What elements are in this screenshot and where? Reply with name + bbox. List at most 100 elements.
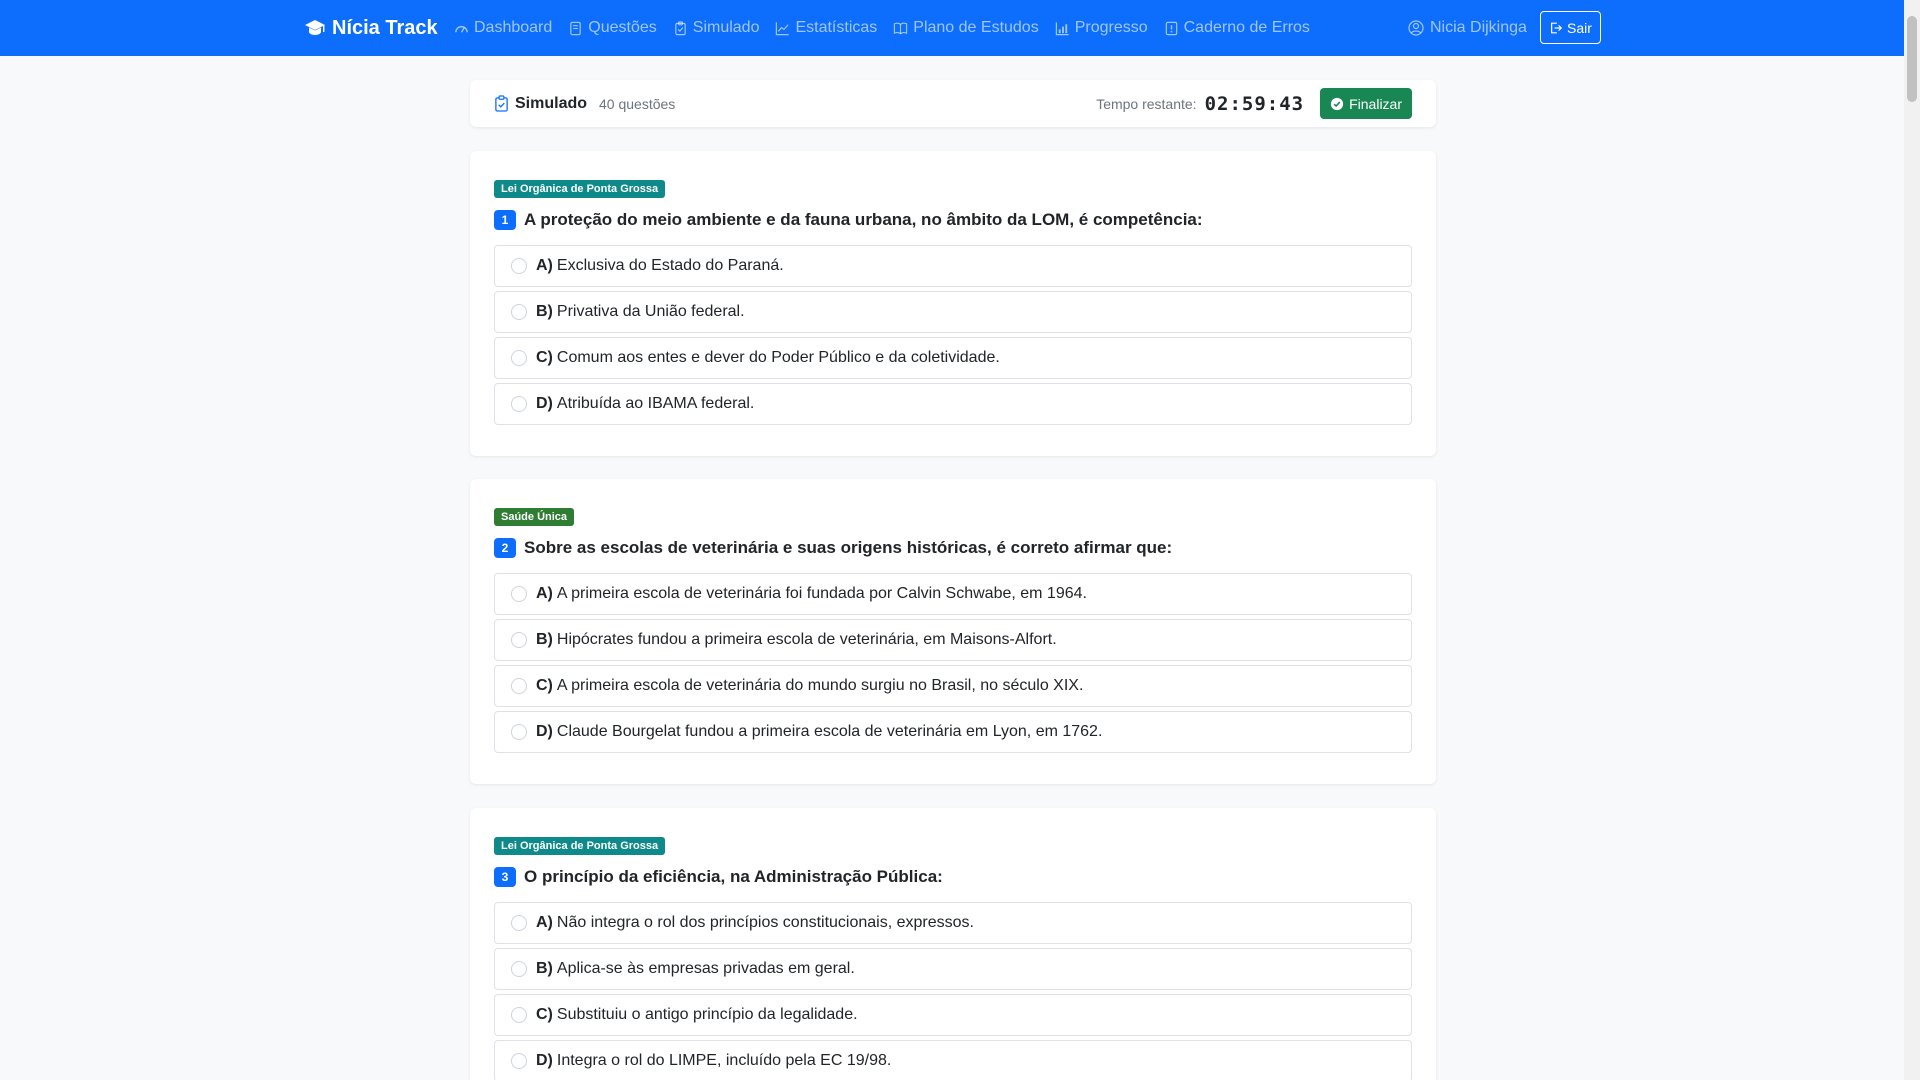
option-text: Comum aos entes e dever do Poder Público… bbox=[556, 349, 1000, 366]
nav-item-label: Plano de Estudos bbox=[913, 19, 1039, 36]
chart-line-icon bbox=[776, 21, 790, 35]
logout-icon bbox=[1551, 22, 1563, 33]
option-list: A) Exclusiva do Estado do Paraná. B) Pri… bbox=[494, 245, 1412, 429]
option-letter: D) bbox=[536, 395, 553, 412]
option-c[interactable]: C) Substituiu o antigo princípio da lega… bbox=[494, 994, 1412, 1036]
timer-value: 02:59:43 bbox=[1204, 92, 1305, 115]
radio-button[interactable] bbox=[511, 1053, 527, 1069]
question-count: 40 questões bbox=[599, 95, 676, 112]
clipboard-icon bbox=[674, 20, 686, 35]
nav-item-label: Estatísticas bbox=[795, 19, 878, 36]
exam-title-text: Simulado bbox=[515, 94, 588, 112]
question-number: 3 bbox=[494, 867, 516, 887]
nav-item-plano-de-estudos[interactable]: Plano de Estudos bbox=[893, 19, 1039, 37]
nav-item-questoes[interactable]: Questões bbox=[568, 19, 657, 37]
radio-button[interactable] bbox=[511, 724, 527, 740]
nav-item-label: Caderno de Erros bbox=[1183, 19, 1310, 36]
nav-item-progresso[interactable]: Progresso bbox=[1055, 19, 1148, 37]
option-letter: D) bbox=[536, 723, 553, 740]
option-b[interactable]: B) Privativa da União federal. bbox=[494, 291, 1412, 333]
page-scrollbar[interactable] bbox=[1904, 0, 1920, 1080]
question-title: 2 Sobre as escolas de veterinária e suas… bbox=[494, 538, 1172, 558]
topic-badge: Lei Orgânica de Ponta Grossa bbox=[494, 837, 666, 855]
question-text: O princípio da eficiência, na Administra… bbox=[524, 867, 943, 886]
user-menu[interactable]: Nicia Dijkinga bbox=[1408, 0, 1527, 56]
timer-section: Tempo restante: 02:59:43 Finalizar bbox=[1096, 88, 1412, 119]
option-b[interactable]: B) Hipócrates fundou a primeira escola d… bbox=[494, 619, 1412, 661]
option-text: Integra o rol do LIMPE, incluído pela EC… bbox=[556, 1052, 892, 1069]
question-card: Lei Orgânica de Ponta Grossa 3 O princíp… bbox=[470, 808, 1436, 1080]
exam-header: Simulado 40 questões Tempo restante: 02:… bbox=[470, 80, 1436, 127]
brand-name: Nícia Track bbox=[332, 16, 438, 39]
question-title: 1 A proteção do meio ambiente e da fauna… bbox=[494, 210, 1203, 230]
user-name: Nicia Dijkinga bbox=[1430, 19, 1527, 36]
nav-item-simulado[interactable]: Simulado bbox=[673, 19, 760, 37]
radio-button[interactable] bbox=[511, 915, 527, 931]
option-list: A) A primeira escola de veterinária foi … bbox=[494, 573, 1412, 757]
question-card: Lei Orgânica de Ponta Grossa 1 A proteçã… bbox=[470, 151, 1436, 456]
option-text: Substituiu o antigo princípio da legalid… bbox=[556, 1006, 858, 1023]
option-a[interactable]: A) Não integra o rol dos princípios cons… bbox=[494, 902, 1412, 944]
user-circle-icon bbox=[1408, 20, 1424, 36]
option-letter: C) bbox=[536, 349, 553, 366]
option-text: Privativa da União federal. bbox=[556, 303, 745, 320]
exam-title: Simulado bbox=[494, 95, 587, 113]
radio-button[interactable] bbox=[511, 304, 527, 320]
dashboard-icon bbox=[455, 25, 468, 33]
option-letter: C) bbox=[536, 1006, 553, 1023]
option-text: Claude Bourgelat fundou a primeira escol… bbox=[556, 723, 1103, 740]
option-text: Não integra o rol dos princípios constit… bbox=[556, 914, 974, 931]
option-text: Exclusiva do Estado do Paraná. bbox=[556, 257, 784, 274]
radio-button[interactable] bbox=[511, 258, 527, 274]
bar-chart-icon bbox=[1055, 21, 1069, 35]
option-c[interactable]: C) Comum aos entes e dever do Poder Públ… bbox=[494, 337, 1412, 379]
option-letter: C) bbox=[536, 677, 553, 694]
question-card: Saúde Única 2 Sobre as escolas de veteri… bbox=[470, 479, 1436, 784]
nav-links: Dashboard Questões Simulado Estatísticas… bbox=[454, 0, 1310, 56]
option-d[interactable]: D) Atribuída ao IBAMA federal. bbox=[494, 383, 1412, 425]
option-list: A) Não integra o rol dos princípios cons… bbox=[494, 902, 1412, 1080]
nav-item-estatisticas[interactable]: Estatísticas bbox=[775, 19, 877, 37]
option-letter: A) bbox=[536, 585, 553, 602]
option-b[interactable]: B) Aplica-se às empresas privadas em ger… bbox=[494, 948, 1412, 990]
radio-button[interactable] bbox=[511, 350, 527, 366]
option-letter: B) bbox=[536, 631, 553, 648]
logout-button[interactable]: Sair bbox=[1540, 11, 1601, 44]
option-letter: D) bbox=[536, 1052, 553, 1069]
brand-logo[interactable]: Nícia Track bbox=[304, 0, 438, 56]
option-a[interactable]: A) A primeira escola de veterinária foi … bbox=[494, 573, 1412, 615]
radio-button[interactable] bbox=[511, 1007, 527, 1023]
radio-button[interactable] bbox=[511, 396, 527, 412]
clipboard-icon bbox=[495, 95, 508, 112]
topic-badge: Saúde Única bbox=[494, 508, 575, 526]
option-a[interactable]: A) Exclusiva do Estado do Paraná. bbox=[494, 245, 1412, 287]
top-navbar: Nícia Track Dashboard Questões Simulado … bbox=[0, 0, 1904, 56]
option-text: Hipócrates fundou a primeira escola de v… bbox=[556, 631, 1057, 648]
nav-item-caderno-de-erros[interactable]: Caderno de Erros bbox=[1164, 19, 1310, 37]
option-d[interactable]: D) Integra o rol do LIMPE, incluído pela… bbox=[494, 1040, 1412, 1080]
radio-button[interactable] bbox=[511, 632, 527, 648]
option-text: A primeira escola de veterinária foi fun… bbox=[556, 585, 1087, 602]
scrollbar-thumb[interactable] bbox=[1907, 16, 1917, 102]
option-letter: A) bbox=[536, 914, 553, 931]
radio-button[interactable] bbox=[511, 961, 527, 977]
nav-item-dashboard[interactable]: Dashboard bbox=[454, 19, 552, 37]
radio-button[interactable] bbox=[511, 586, 527, 602]
option-c[interactable]: C) A primeira escola de veterinária do m… bbox=[494, 665, 1412, 707]
questions-icon bbox=[570, 21, 582, 35]
error-notebook-icon bbox=[1165, 21, 1177, 35]
finish-label: Finalizar bbox=[1349, 95, 1402, 112]
radio-button[interactable] bbox=[511, 678, 527, 694]
question-text: A proteção do meio ambiente e da fauna u… bbox=[524, 210, 1203, 229]
nav-item-label: Progresso bbox=[1074, 19, 1148, 36]
option-letter: B) bbox=[536, 960, 553, 977]
nav-item-label: Questões bbox=[588, 19, 657, 36]
finish-button[interactable]: Finalizar bbox=[1320, 88, 1412, 119]
option-d[interactable]: D) Claude Bourgelat fundou a primeira es… bbox=[494, 711, 1412, 753]
nav-item-label: Simulado bbox=[692, 19, 760, 36]
question-title: 3 O princípio da eficiência, na Administ… bbox=[494, 867, 943, 887]
timer-label: Tempo restante: bbox=[1096, 95, 1197, 112]
check-circle-icon bbox=[1330, 97, 1344, 110]
question-number: 2 bbox=[494, 538, 516, 558]
question-number: 1 bbox=[494, 210, 516, 230]
